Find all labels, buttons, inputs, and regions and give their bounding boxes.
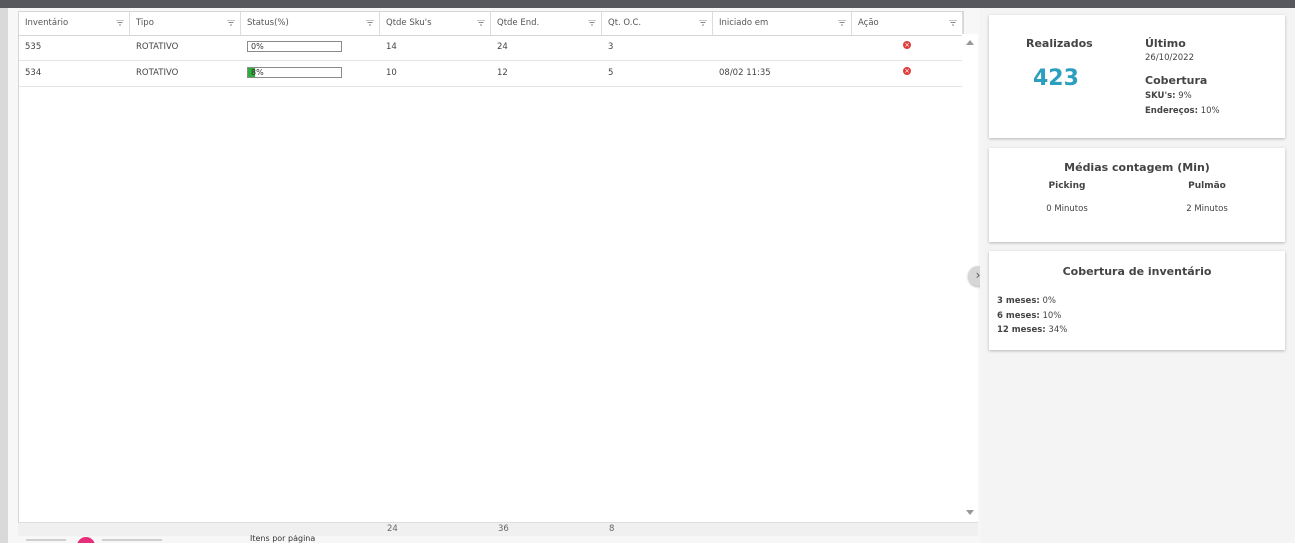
skus-coverage: SKU's: 9% [1145,91,1192,101]
realizados-value: 423 [1033,66,1079,91]
filter-icon[interactable] [366,20,374,26]
cell-tipo: ROTATIVO [136,42,179,52]
column-label: Iniciado em [719,18,769,28]
total-qtde-skus: 24 [387,524,398,534]
filter-icon[interactable] [477,20,485,26]
cell-iniciado-em: 08/02 11:35 [719,68,771,78]
coverage-item: 3 meses: 0% [997,296,1056,306]
medias-title: Médias contagem (Min) [1064,161,1210,174]
inventory-grid: Inventário Tipo Status(%) Qtde Sku's Qtd… [18,11,964,524]
cell-qtde-end: 12 [497,68,508,78]
skus-value: 9% [1178,91,1192,101]
pager-current-page[interactable] [77,537,95,543]
coverage-item-label: 3 meses: [997,296,1040,306]
column-header-qtde-skus[interactable]: Qtde Sku's [380,12,491,35]
column-label: Tipo [136,18,154,28]
coverage-item-value: 0% [1042,296,1056,306]
coverage-item: 6 meses: 10% [997,311,1061,321]
table-row[interactable]: 534 ROTATIVO 8% 10 12 5 08/02 11:35 × [19,61,963,87]
column-header-acao[interactable]: Ação [852,12,963,35]
total-qt-oc: 8 [609,524,615,534]
cobertura-inventario-title: Cobertura de inventário [1062,265,1212,278]
cell-qtde-skus: 14 [386,42,397,52]
cobertura-inventario-card: Cobertura de inventário 3 meses: 0% 6 me… [989,251,1285,350]
picking-value: 0 Minutos [1046,204,1088,214]
filter-icon[interactable] [588,20,596,26]
enderecos-coverage: Endereços: 10% [1145,106,1220,116]
coverage-item-label: 6 meses: [997,311,1040,321]
progress-text: 8% [251,68,264,77]
realizados-label: Realizados [1026,37,1093,50]
status-progress-bar: 8% [247,67,342,78]
coverage-item-value: 34% [1048,325,1068,335]
pulmao-label: Pulmão [1188,181,1226,191]
cobertura-label: Cobertura [1145,74,1208,87]
grid-header: Inventário Tipo Status(%) Qtde Sku's Qtd… [19,12,963,36]
filter-icon[interactable] [699,20,707,26]
cell-qtde-end: 24 [497,42,508,52]
coverage-item: 12 meses: 34% [997,325,1067,335]
column-header-iniciado-em[interactable]: Iniciado em [713,12,852,35]
enderecos-value: 10% [1200,106,1220,116]
column-label: Qtde End. [497,18,540,28]
items-per-page-label: Itens por página [250,535,316,543]
table-row[interactable]: 535 ROTATIVO 0% 14 24 3 × [19,35,963,61]
cell-inventario: 534 [25,68,42,78]
total-qtde-end: 36 [498,524,509,534]
filter-icon[interactable] [227,20,235,26]
delete-circle-icon[interactable]: × [903,67,911,75]
column-label: Status(%) [247,18,289,28]
cell-inventario: 535 [25,42,42,52]
status-progress-bar: 0% [247,41,342,52]
grid-totals-footer: 24 36 8 [18,522,978,536]
column-label: Qtde Sku's [386,18,432,28]
progress-text: 0% [251,42,264,51]
delete-circle-icon[interactable]: × [903,41,911,49]
scroll-down-arrow[interactable] [966,510,974,515]
cell-tipo: ROTATIVO [136,68,179,78]
filter-icon[interactable] [838,20,846,26]
cell-qt-oc: 5 [608,68,614,78]
column-header-qtde-end[interactable]: Qtde End. [491,12,602,35]
column-label: Ação [858,18,879,28]
medias-card: Médias contagem (Min) Picking 0 Minutos … [989,148,1285,242]
column-label: Inventário [25,18,69,28]
enderecos-label: Endereços: [1145,106,1199,116]
left-strip [0,8,8,543]
ultimo-label: Último [1145,37,1186,50]
scroll-up-arrow[interactable] [966,40,974,45]
cell-qt-oc: 3 [608,42,614,52]
pager-nav[interactable] [102,539,162,541]
column-header-qt-oc[interactable]: Qt. O.C. [602,12,713,35]
column-label: Qt. O.C. [608,18,642,28]
column-header-status[interactable]: Status(%) [241,12,380,35]
pager-nav[interactable] [26,539,66,541]
coverage-item-value: 10% [1042,311,1062,321]
column-header-tipo[interactable]: Tipo [130,12,241,35]
filter-icon[interactable] [949,20,957,26]
picking-label: Picking [1048,181,1086,191]
ultimo-value: 26/10/2022 [1145,53,1194,63]
cell-qtde-skus: 10 [386,68,397,78]
skus-label: SKU's: [1145,91,1176,101]
pulmao-value: 2 Minutos [1186,204,1228,214]
filter-icon[interactable] [116,20,124,26]
summary-card: Realizados 423 Último 26/10/2022 Cobertu… [989,15,1285,138]
cell-iniciado-em [713,35,719,60]
column-header-inventario[interactable]: Inventário [19,12,130,35]
pager: Itens por página [18,535,978,543]
coverage-item-label: 12 meses: [997,325,1046,335]
